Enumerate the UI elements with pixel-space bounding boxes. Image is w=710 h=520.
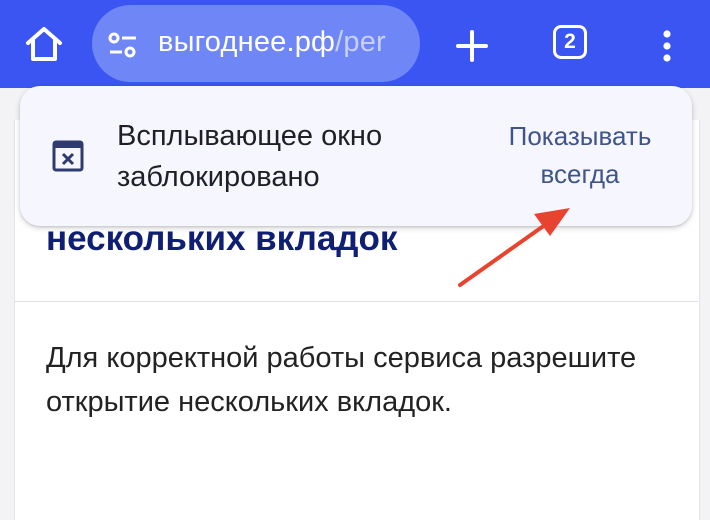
address-bar[interactable]: выгоднее.рф/per	[92, 5, 420, 82]
plus-icon[interactable]	[450, 24, 494, 68]
url-text[interactable]: выгоднее.рф/per	[158, 26, 386, 59]
red-arrow-icon	[450, 200, 580, 295]
tune-icon[interactable]	[108, 32, 138, 58]
popup-blocked-message: Всплывающее окно заблокировано Показыват…	[20, 86, 692, 226]
home-icon[interactable]	[22, 22, 66, 66]
page-body-text: Для корректной работы сервиса разрешите …	[46, 342, 637, 418]
tab-switcher-button[interactable]: 2	[553, 25, 587, 59]
popup-blocked-text: Всплывающее окно заблокировано	[117, 120, 383, 193]
always-show-button[interactable]: Показывать всегда	[480, 117, 680, 193]
divider	[14, 301, 698, 302]
browser-toolbar: выгоднее.рф/per 2	[0, 0, 710, 88]
url-domain: выгоднее.рф	[158, 26, 336, 58]
more-vert-icon[interactable]	[650, 24, 684, 68]
tab-count: 2	[564, 30, 576, 53]
url-path: /per	[335, 26, 386, 58]
popup-blocked-icon	[52, 140, 84, 172]
